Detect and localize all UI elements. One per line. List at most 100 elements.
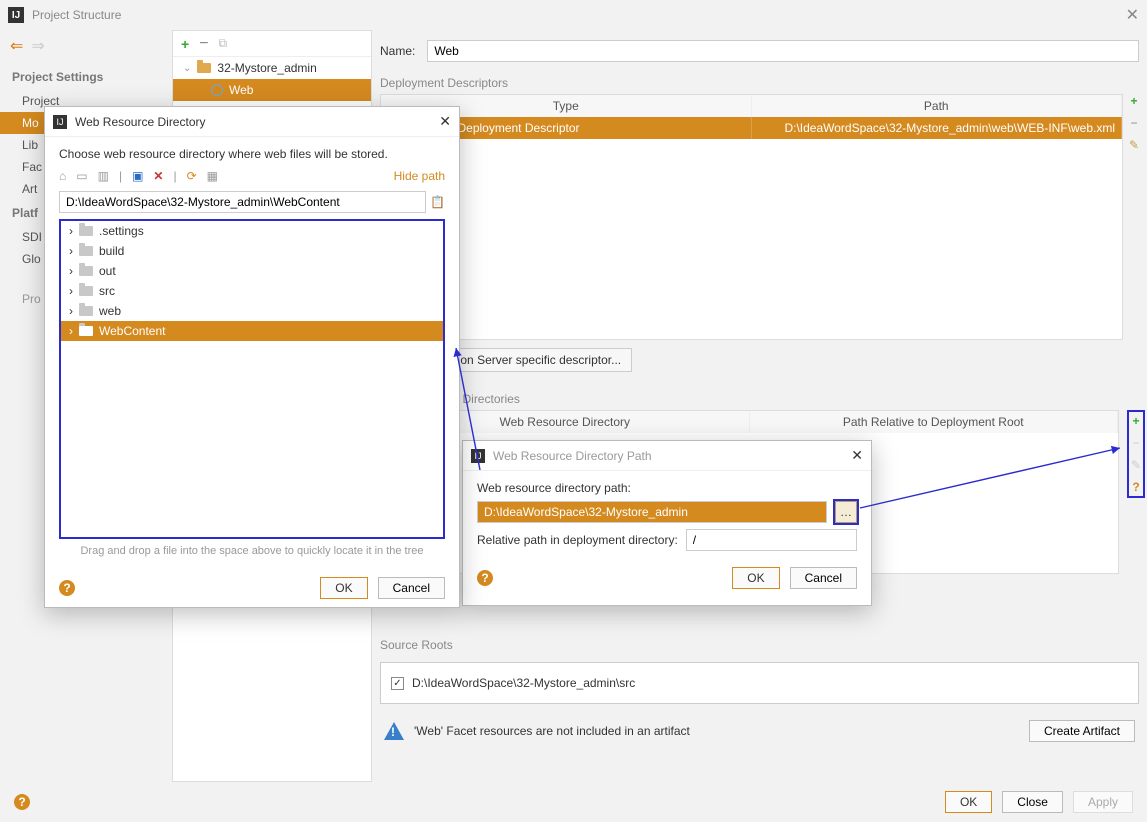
dep-desc-table: Type Path Web Module Deployment Descript…	[380, 94, 1123, 340]
ok-button[interactable]: OK	[732, 567, 779, 589]
close-icon[interactable]: ✕	[439, 113, 451, 130]
name-label: Name:	[380, 44, 415, 58]
wr-path-input[interactable]	[477, 501, 827, 523]
cancel-button[interactable]: Cancel	[378, 577, 445, 599]
refresh-icon[interactable]: ⟳	[187, 169, 197, 183]
folder-label: src	[99, 284, 115, 298]
web-icon	[211, 84, 223, 96]
folder-row[interactable]: ›src	[61, 281, 443, 301]
col-path: Path	[752, 95, 1123, 117]
app-icon: IJ	[471, 449, 485, 463]
source-roots-label: Source Roots	[374, 634, 1145, 656]
desktop-icon[interactable]: ▭	[76, 169, 87, 183]
remove-icon[interactable]: −	[199, 35, 208, 53]
edit-icon[interactable]: ✎	[1129, 138, 1139, 152]
folder-icon	[79, 286, 93, 296]
dialog-desc: Choose web resource directory where web …	[59, 147, 445, 161]
folder-row-selected[interactable]: ›WebContent	[61, 321, 443, 341]
folder-row[interactable]: ›out	[61, 261, 443, 281]
folder-row[interactable]: ›web	[61, 301, 443, 321]
dep-desc-label: Deployment Descriptors	[374, 72, 1145, 94]
remove-icon: −	[1132, 436, 1139, 450]
add-icon[interactable]: +	[1130, 94, 1137, 108]
wr-dir-dialog: IJ Web Resource Directory ✕ Choose web r…	[44, 106, 460, 608]
close-icon[interactable]: ✕	[1126, 5, 1139, 25]
add-icon[interactable]: +	[181, 36, 189, 52]
folder-row[interactable]: ›build	[61, 241, 443, 261]
col-wr-rel: Path Relative to Deployment Root	[750, 411, 1119, 433]
ok-button[interactable]: OK	[320, 577, 367, 599]
details-pane: Name: Deployment Descriptors Type Path W…	[374, 30, 1145, 782]
folder-icon	[79, 246, 93, 256]
edit-icon: ✎	[1131, 458, 1141, 472]
folder-icon	[79, 306, 93, 316]
dir-tree[interactable]: ›.settings ›build ›out ›src ›web ›WebCon…	[59, 219, 445, 539]
folder-icon	[79, 326, 93, 336]
wr-side-buttons: + − ✎ ?	[1127, 410, 1145, 498]
add-icon[interactable]: +	[1132, 414, 1139, 428]
forward-icon[interactable]: ⇒	[31, 36, 44, 56]
module-node[interactable]: ⌄ 32-Mystore_admin	[173, 57, 371, 79]
wr-path-dialog: IJ Web Resource Directory Path ✕ Web res…	[462, 440, 872, 606]
help-icon[interactable]: ?	[1132, 480, 1139, 494]
folder-label: out	[99, 264, 116, 278]
show-hidden-icon[interactable]: ▦	[207, 169, 218, 183]
path-label: Web resource directory path:	[477, 481, 857, 495]
sidebar-section-project: Project Settings	[0, 64, 170, 90]
folder-row[interactable]: ›.settings	[61, 221, 443, 241]
help-icon[interactable]: ?	[477, 570, 493, 586]
nav-arrows: ⇐ ⇒	[10, 36, 45, 56]
close-button[interactable]: Close	[1002, 791, 1063, 813]
warning-row: 'Web' Facet resources are not included i…	[374, 710, 1145, 752]
name-input[interactable]	[427, 40, 1139, 62]
browse-button[interactable]: …	[835, 501, 857, 523]
help-icon[interactable]: ?	[59, 580, 75, 596]
close-icon[interactable]: ✕	[851, 447, 863, 464]
folder-label: WebContent	[99, 324, 166, 338]
ok-button[interactable]: OK	[945, 791, 992, 813]
apply-button[interactable]: Apply	[1073, 791, 1133, 813]
project-icon[interactable]: ▥	[98, 169, 109, 183]
window-title: Project Structure	[32, 8, 121, 22]
folder-icon	[79, 226, 93, 236]
table-row[interactable]: Web Module Deployment Descriptor D:\Idea…	[381, 117, 1122, 139]
rel-path-input[interactable]	[686, 529, 857, 551]
copy-icon[interactable]: ⧉	[219, 36, 228, 51]
source-root-path: D:\IdeaWordSpace\32-Mystore_admin\src	[412, 676, 635, 690]
rel-label: Relative path in deployment directory:	[477, 533, 678, 547]
hide-path-link[interactable]: Hide path	[394, 169, 445, 183]
warning-text: 'Web' Facet resources are not included i…	[414, 724, 690, 738]
app-icon: IJ	[53, 115, 67, 129]
cell-path: D:\IdeaWordSpace\32-Mystore_admin\web\WE…	[752, 117, 1123, 139]
source-root-checkbox[interactable]: ✓	[391, 677, 404, 690]
path-input[interactable]	[59, 191, 426, 213]
cancel-button[interactable]: Cancel	[790, 567, 857, 589]
dialog-title: Web Resource Directory	[75, 115, 206, 129]
folder-icon	[79, 266, 93, 276]
folder-label: web	[99, 304, 121, 318]
dep-side-buttons: + − ✎	[1125, 94, 1143, 152]
back-icon[interactable]: ⇐	[10, 36, 23, 56]
module-tree-toolbar: + − ⧉	[173, 31, 371, 57]
dialog-title: Web Resource Directory Path	[493, 449, 652, 463]
delete-icon[interactable]: ✕	[153, 169, 163, 183]
remove-icon[interactable]: −	[1130, 116, 1137, 130]
bottom-bar: ? OK Close Apply	[0, 782, 1147, 822]
warning-icon	[384, 722, 404, 740]
facet-label: Web	[229, 83, 253, 97]
home-icon[interactable]: ⌂	[59, 169, 66, 183]
create-artifact-button[interactable]: Create Artifact	[1029, 720, 1135, 742]
chooser-toolbar: ⌂ ▭ ▥ | ▣ ✕ | ⟳ ▦ Hide path	[59, 169, 445, 183]
folder-label: .settings	[99, 224, 144, 238]
app-icon: IJ	[8, 7, 24, 23]
module-icon	[197, 63, 211, 73]
history-icon[interactable]: 📋	[430, 195, 445, 209]
folder-label: build	[99, 244, 124, 258]
drag-hint: Drag and drop a file into the space abov…	[59, 545, 445, 557]
titlebar: IJ Project Structure ✕	[0, 0, 1147, 30]
new-folder-icon[interactable]: ▣	[132, 169, 143, 183]
facet-node-web[interactable]: Web	[173, 79, 371, 101]
help-icon[interactable]: ?	[14, 794, 30, 810]
chevron-down-icon: ⌄	[183, 63, 191, 74]
module-label: 32-Mystore_admin	[217, 61, 316, 75]
